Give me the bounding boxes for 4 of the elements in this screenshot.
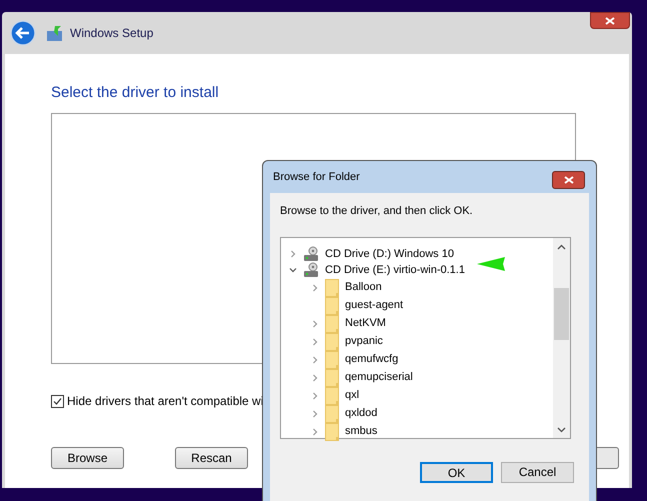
dialog-title: Browse for Folder (273, 170, 360, 185)
window-title: Windows Setup (70, 25, 154, 42)
dialog-instruction: Browse to the driver, and then click OK. (280, 204, 474, 219)
page-heading: Select the driver to install (51, 85, 220, 100)
